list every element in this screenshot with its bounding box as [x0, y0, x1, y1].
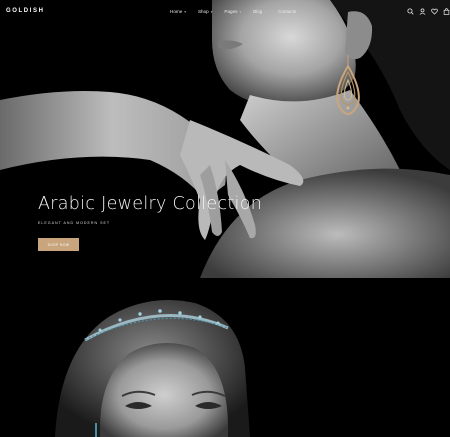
- chevron-down-icon: ▾: [264, 9, 267, 14]
- nav-item-label: Contacts: [278, 9, 297, 14]
- nav-item-home[interactable]: Home ▾: [170, 9, 186, 14]
- chevron-down-icon: ▾: [210, 9, 213, 14]
- nav-item-label: Shop: [197, 9, 209, 14]
- hero-banner: GOLDISH Home ▾ Shop ▾ Pages ▾ Blog ▾ Con…: [0, 0, 450, 278]
- main-nav: Home ▾ Shop ▾ Pages ▾ Blog ▾ Contacts: [170, 9, 296, 14]
- nav-item-blog[interactable]: Blog ▾: [253, 9, 266, 14]
- chevron-down-icon: ▾: [184, 9, 186, 14]
- user-icon[interactable]: [419, 8, 426, 15]
- header-icons: [407, 8, 450, 15]
- hero-subtitle: ELEGANT AND MODERN SET: [38, 221, 111, 225]
- nav-item-shop[interactable]: Shop ▾: [198, 9, 212, 14]
- search-icon[interactable]: [407, 8, 414, 15]
- second-banner: [0, 278, 450, 437]
- site-header: GOLDISH Home ▾ Shop ▾ Pages ▾ Blog ▾ Con…: [0, 0, 450, 24]
- heart-icon[interactable]: [431, 8, 438, 15]
- chevron-down-icon: ▾: [239, 9, 242, 14]
- site-logo[interactable]: GOLDISH: [6, 8, 45, 14]
- banner-image-woman-tiara: [0, 278, 450, 437]
- hero-image-woman-earring: [0, 0, 450, 278]
- nav-item-label: Pages: [224, 9, 238, 14]
- shop-now-button[interactable]: SHOP NOW: [38, 238, 79, 251]
- nav-item-contacts[interactable]: Contacts: [278, 9, 296, 14]
- nav-item-label: Home: [170, 9, 183, 14]
- nav-item-pages[interactable]: Pages ▾: [224, 9, 241, 14]
- hero-title: Arabic Jewelry Collection: [38, 194, 263, 214]
- nav-item-label: Blog: [253, 9, 263, 14]
- bag-icon[interactable]: [443, 8, 450, 15]
